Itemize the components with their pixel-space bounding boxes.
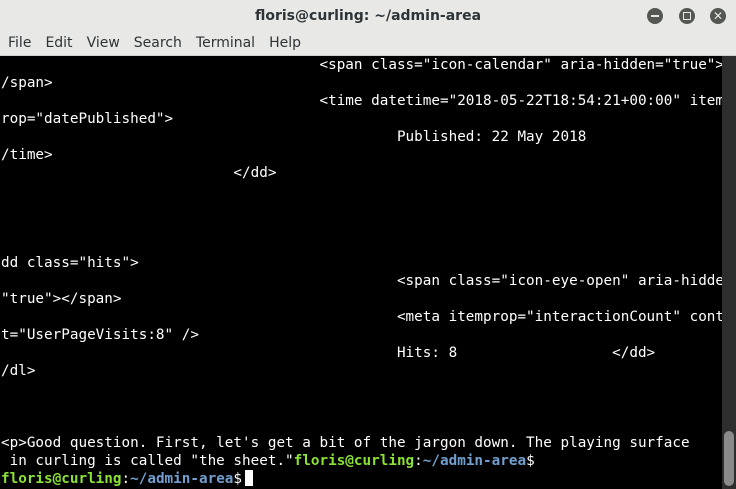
terminal-line: /dl> [1,363,36,379]
minimize-icon [651,15,659,17]
menu-search[interactable]: Search [127,32,189,55]
terminal-line: <time datetime="2018-05-22T18:54:21+00:0… [1,93,722,109]
menu-help[interactable]: Help [262,32,308,55]
menu-view[interactable]: View [80,32,127,55]
vertical-scrollbar[interactable] [722,56,736,489]
terminal-line-with-prompt: in curling is called "the sheet."floris@… [1,452,535,470]
minimize-button[interactable] [647,8,663,24]
terminal-line: <meta itemprop="interactionCount" conten [1,309,722,325]
terminal-window: floris@curling: ~/admin-area ✕ File Edit… [0,0,736,489]
terminal-text: in curling is called "the sheet." [1,453,294,469]
prompt-user-host: floris@curling [293,453,415,469]
terminal-line: dd class="hits"> [1,255,139,271]
window-title: floris@curling: ~/admin-area [254,8,482,24]
prompt-user-host: floris@curling [1,471,122,487]
close-button[interactable]: ✕ [710,8,726,24]
terminal-output[interactable]: <span class="icon-calendar" aria-hidden=… [0,56,722,489]
menu-terminal[interactable]: Terminal [189,32,262,55]
terminal-line: /time> [1,147,53,163]
terminal-line: t="UserPageVisits:8" /> [1,327,199,343]
terminal-line: "true"></span> [1,291,122,307]
text-cursor [245,470,254,486]
menu-file[interactable]: File [0,32,38,55]
terminal-line: Hits: 8 </dd> < [1,345,722,361]
prompt-path: ~/admin-area [422,453,527,469]
prompt-path: ~/admin-area [130,471,234,487]
maximize-icon [683,12,691,20]
prompt-symbol: $ [526,453,535,469]
title-bar[interactable]: floris@curling: ~/admin-area ✕ [0,0,736,32]
terminal-prompt-line[interactable]: floris@curling:~/admin-area$ [1,470,254,488]
terminal-line: <p>Good question. First, let's get a bit… [1,435,690,451]
terminal-line: < [1,237,722,253]
prompt-separator: : [121,471,131,487]
prompt-symbol: $ [233,471,243,487]
close-icon: ✕ [712,9,724,23]
maximize-button[interactable] [679,8,695,24]
menu-bar: File Edit View Search Terminal Help [0,32,736,56]
terminal-line: <span class="icon-calendar" aria-hidden=… [1,57,722,73]
terminal-line: </dd> [1,165,277,181]
terminal-line: <span class="icon-eye-open" aria-hidden= [1,273,722,289]
terminal-line: Published: 22 May 2018 < [1,129,722,145]
menu-edit[interactable]: Edit [38,32,79,55]
terminal-line: rop="datePublished"> [1,111,174,127]
scrollbar-thumb[interactable] [724,431,734,486]
terminal-line: /span> [1,75,53,91]
prompt-separator: : [414,453,423,469]
